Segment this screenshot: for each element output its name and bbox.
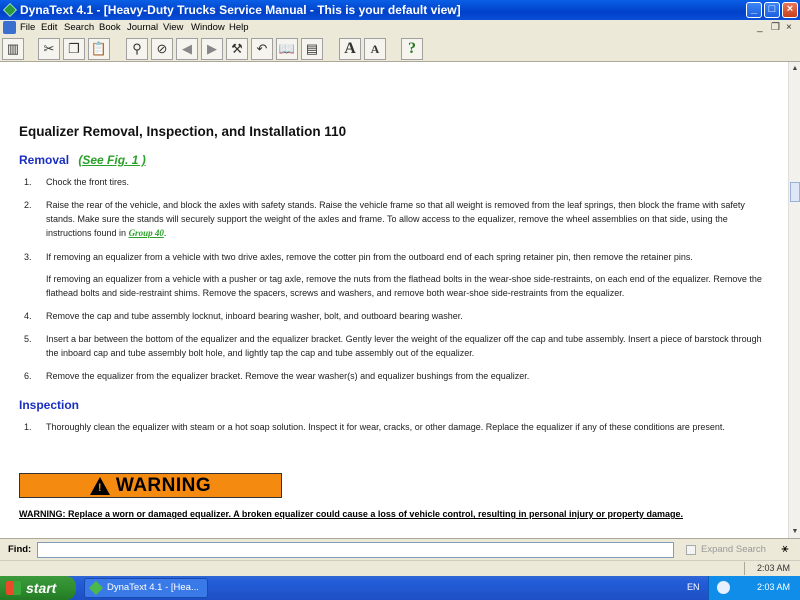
step-text: If removing an equalizer from a vehicle … (46, 252, 693, 262)
step-text: Insert a bar between the bottom of the e… (46, 334, 762, 358)
warning-banner: ! WARNING (19, 473, 282, 498)
menu-view[interactable]: View (163, 22, 183, 33)
find-bar: Find: Expand Search ⚹ (0, 538, 800, 560)
step-text-tail: . (163, 228, 167, 238)
inspection-heading: Inspection (19, 398, 80, 412)
step-number: 6. (24, 371, 32, 381)
step-text: Remove the cap and tube assembly locknut… (46, 311, 463, 321)
system-tray: EN 2:03 AM (687, 576, 800, 600)
warning-badge-text: WARNING (115, 474, 212, 496)
step-text: If removing an equalizer from a vehicle … (46, 274, 762, 298)
mdi-restore-button[interactable]: ❐ (771, 22, 780, 33)
scroll-thumb[interactable] (790, 182, 800, 202)
menu-bar: File Edit Search Book Journal View Windo… (0, 20, 800, 36)
step-text: Chock the front tires. (46, 177, 130, 187)
step-number: 3. (24, 252, 32, 262)
close-button[interactable]: × (782, 2, 798, 18)
font-decrease-button[interactable]: A (364, 38, 386, 60)
taskbar-item-dynatext[interactable]: DynaText 4.1 - [Hea... (84, 578, 208, 598)
menu-journal[interactable]: Journal (127, 22, 158, 33)
open-book-icon[interactable]: 📖 (276, 38, 298, 60)
taskbar-item-label: DynaText 4.1 - [Hea... (107, 582, 199, 593)
paste-icon[interactable]: 📋 (88, 38, 110, 60)
minimize-button[interactable]: _ (746, 2, 762, 18)
window-title: DynaText 4.1 - [Heavy-Duty Trucks Servic… (20, 3, 461, 17)
find-label: Find: (8, 544, 32, 555)
status-time: 2:03 AM (756, 563, 790, 573)
menu-book[interactable]: Book (99, 22, 121, 33)
scroll-up-arrow-icon[interactable]: ▲ (790, 63, 800, 74)
maximize-button[interactable]: □ (764, 2, 780, 18)
cut-icon[interactable]: ✂ (38, 38, 60, 60)
document-view[interactable]: Equalizer Removal, Inspection, and Insta… (0, 62, 788, 538)
expand-search-label: Expand Search (701, 544, 766, 555)
expand-search-checkbox[interactable] (686, 545, 696, 555)
step-text: Thoroughly clean the equalizer with stea… (46, 422, 725, 432)
pin-icon[interactable]: ⚲ (126, 38, 148, 60)
warning-triangle-icon: ! (89, 476, 110, 495)
windows-flag-icon (6, 581, 21, 595)
step-text: Raise the rear of the vehicle, and block… (46, 198, 774, 240)
start-button[interactable]: start (0, 576, 76, 600)
step-number: 1. (24, 422, 32, 432)
status-divider (744, 562, 745, 575)
tray-app-icon[interactable] (717, 581, 730, 594)
taskbar: start DynaText 4.1 - [Hea... EN 2:03 AM (0, 576, 800, 600)
dynatext-task-icon (88, 580, 104, 596)
menu-window[interactable]: Window (191, 22, 225, 33)
vertical-scrollbar[interactable]: ▲ ▼ (788, 62, 800, 538)
tray-clock[interactable]: 2:03 AM (757, 582, 790, 592)
back-arrow-icon[interactable]: ◀ (176, 38, 198, 60)
book-view-icon[interactable]: ▤ (301, 38, 323, 60)
find-tool-icon[interactable]: ⚹ (776, 541, 794, 559)
language-indicator[interactable]: EN (687, 582, 700, 592)
step-text: Remove the equalizer from the equalizer … (46, 371, 530, 381)
title-bar[interactable]: DynaText 4.1 - [Heavy-Duty Trucks Servic… (0, 0, 800, 20)
mdi-minimize-button[interactable]: _ (757, 22, 763, 33)
removal-heading: Removal (See Fig. 1 ) (19, 153, 146, 167)
step-number: 1. (24, 177, 32, 187)
step-number: 5. (24, 334, 32, 344)
library-books-icon[interactable]: ▥ (2, 38, 24, 60)
scroll-down-arrow-icon[interactable]: ▼ (790, 526, 800, 537)
cancel-icon[interactable]: ⊘ (151, 38, 173, 60)
forward-arrow-icon[interactable]: ▶ (201, 38, 223, 60)
dynatext-app-icon[interactable] (3, 3, 17, 17)
menu-help[interactable]: Help (229, 22, 249, 33)
document-menu-icon[interactable] (3, 21, 16, 34)
removal-heading-text: Removal (19, 153, 70, 167)
step-number: 2. (24, 200, 32, 210)
warning-text: WARNING: Replace a worn or damaged equal… (19, 509, 683, 519)
undo-return-icon[interactable]: ↶ (251, 38, 273, 60)
status-bar: 2:03 AM (0, 560, 800, 576)
app-window: DynaText 4.1 - [Heavy-Duty Trucks Servic… (0, 0, 800, 600)
find-input[interactable] (37, 542, 674, 558)
see-fig-link[interactable]: (See Fig. 1 ) (78, 153, 145, 167)
start-label: start (26, 580, 57, 596)
help-button[interactable]: ? (401, 38, 423, 60)
copy-icon[interactable]: ❐ (63, 38, 85, 60)
page-title: Equalizer Removal, Inspection, and Insta… (19, 124, 347, 139)
menu-edit[interactable]: Edit (41, 22, 57, 33)
group-40-link[interactable]: Group 40 (129, 228, 164, 238)
menu-file[interactable]: File (20, 22, 35, 33)
toolbar: ▥ ✂ ❐ 📋 ⚲ ⊘ ◀ ▶ ⚒ ↶ 📖 ▤ A A ? (0, 36, 800, 62)
mdi-close-button[interactable]: × (786, 22, 792, 33)
tools-icon[interactable]: ⚒ (226, 38, 248, 60)
step-number: 4. (24, 311, 32, 321)
menu-search[interactable]: Search (64, 22, 94, 33)
font-increase-button[interactable]: A (339, 38, 361, 60)
